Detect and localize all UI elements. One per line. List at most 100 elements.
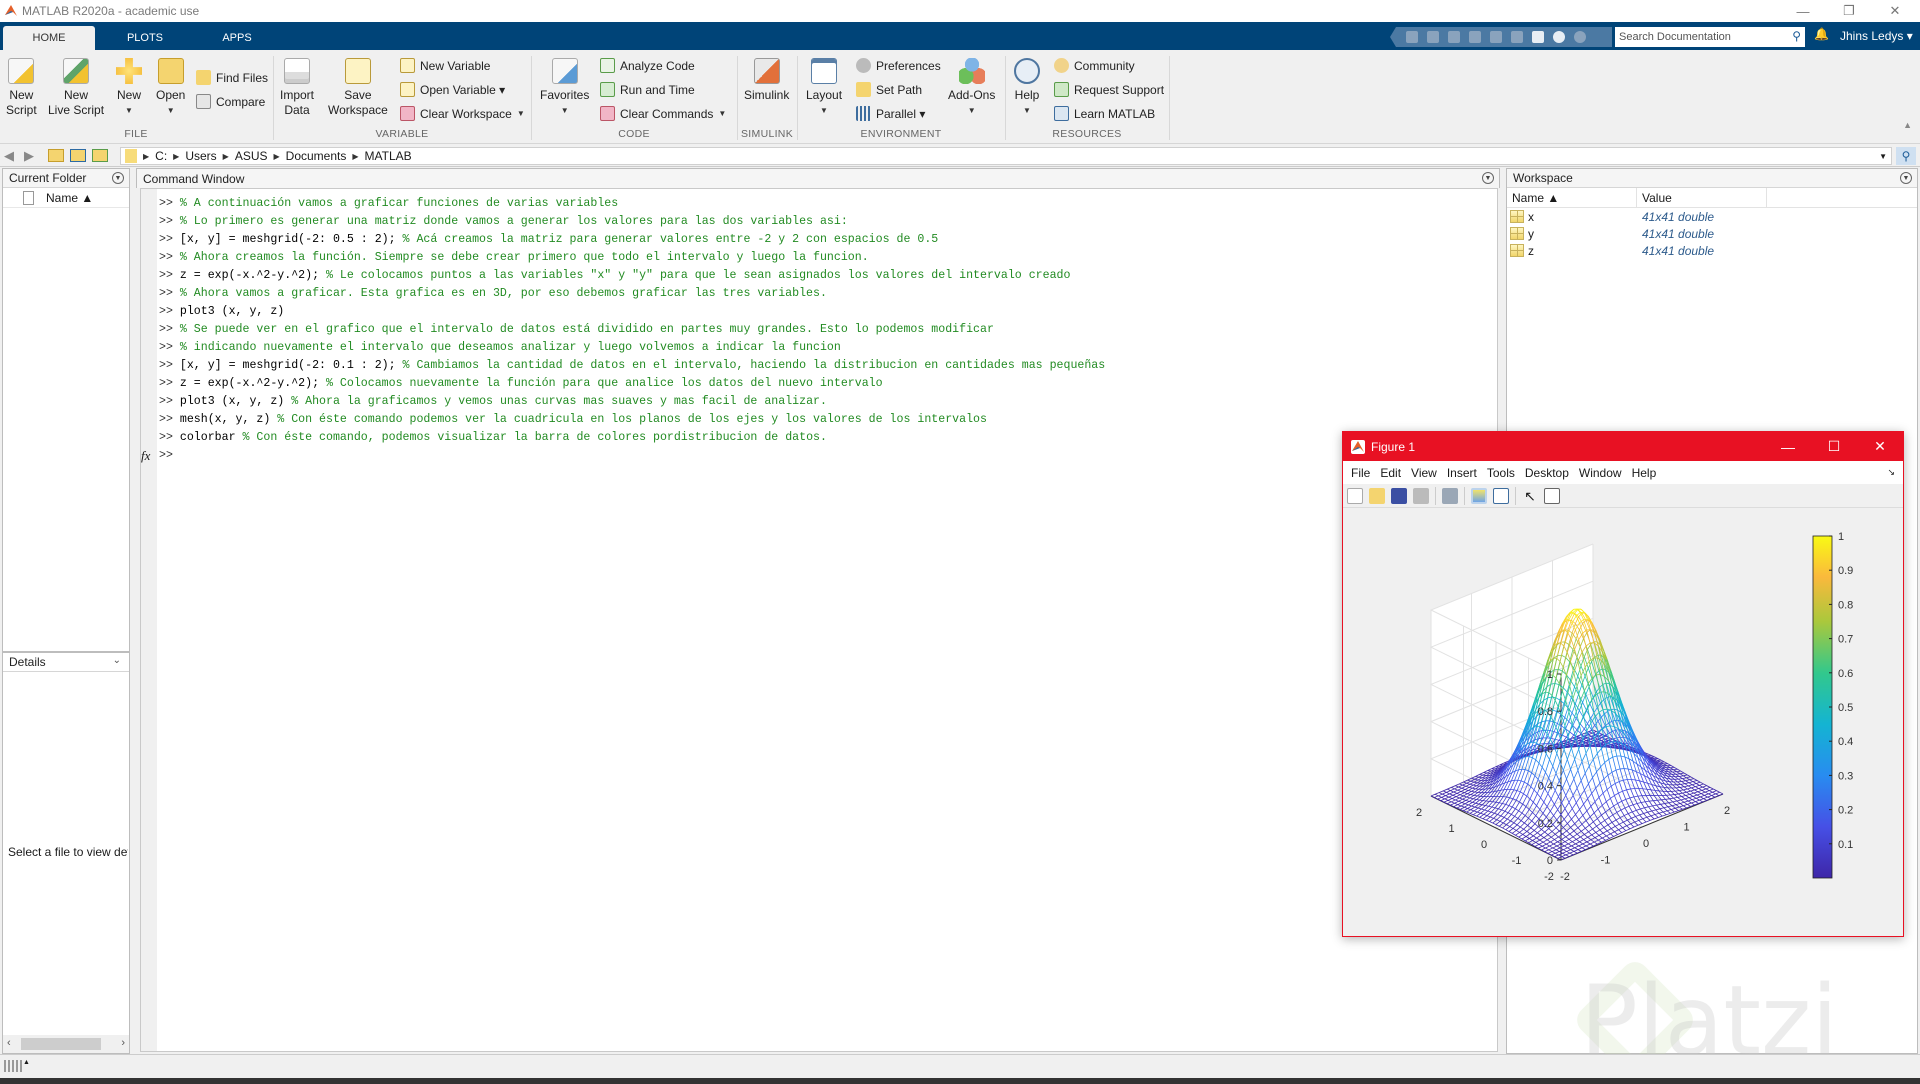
scroll-left-icon[interactable]: ‹: [7, 1037, 11, 1049]
path-field[interactable]: ▶ C: ▶ Users ▶ ASUS ▶ Documents ▶ MATLAB…: [120, 147, 1892, 165]
back-arrow-icon[interactable]: ◀: [4, 148, 14, 164]
command-input-line[interactable]: fx >>: [141, 447, 1105, 465]
figure-menu-edit[interactable]: Edit: [1378, 466, 1409, 480]
switch-windows-icon[interactable]: [1532, 31, 1544, 43]
status-indicator-icon[interactable]: [4, 1060, 22, 1072]
search-documentation-input[interactable]: Search Documentation ⚲: [1615, 27, 1805, 47]
close-button[interactable]: ✕: [1872, 0, 1918, 22]
open-file-icon[interactable]: [1369, 487, 1385, 504]
figure-minimize-button[interactable]: —: [1765, 432, 1811, 461]
dock-figure-icon[interactable]: ↘: [1885, 467, 1903, 478]
link-plot-icon[interactable]: [1442, 487, 1458, 504]
help-button[interactable]: Help ▼: [1014, 58, 1040, 118]
search-folder-icon[interactable]: ⚲: [1896, 147, 1916, 165]
forward-arrow-icon[interactable]: ▶: [24, 148, 34, 164]
customize-icon[interactable]: [1574, 31, 1586, 43]
horizontal-scrollbar[interactable]: ‹ ›: [3, 1035, 129, 1053]
col-name[interactable]: Name ▲: [1507, 188, 1637, 207]
run-and-time-button[interactable]: Run and Time: [600, 82, 695, 97]
learn-matlab-button[interactable]: Learn MATLAB: [1054, 106, 1155, 121]
path-segment[interactable]: Users: [185, 149, 216, 163]
figure-menu-tools[interactable]: Tools: [1485, 466, 1523, 480]
figure-menu-desktop[interactable]: Desktop: [1523, 466, 1577, 480]
tab-home[interactable]: HOME: [3, 26, 95, 50]
clear-workspace-button[interactable]: Clear Workspace ▼: [400, 106, 525, 121]
up-folder-icon[interactable]: [48, 149, 64, 162]
clear-commands-button[interactable]: Clear Commands ▼: [600, 106, 726, 121]
figure-menu-file[interactable]: File: [1349, 466, 1378, 480]
panel-actions-icon[interactable]: ▼: [1482, 172, 1494, 184]
notification-bell-icon[interactable]: 🔔: [1814, 27, 1829, 41]
dropdown-caret-icon[interactable]: ▼: [517, 109, 525, 118]
undo-icon[interactable]: [1490, 31, 1502, 43]
tab-apps[interactable]: APPS: [192, 26, 282, 50]
new-live-script-button[interactable]: New Live Script: [48, 58, 104, 118]
minimize-button[interactable]: —: [1780, 0, 1826, 22]
open-variable-button[interactable]: Open Variable ▾: [400, 82, 505, 97]
request-support-button[interactable]: Request Support: [1054, 82, 1164, 97]
new-figure-icon[interactable]: [1347, 487, 1363, 504]
compare-button[interactable]: Compare: [196, 94, 265, 109]
status-caret-icon[interactable]: ▲: [23, 1059, 30, 1066]
print-icon[interactable]: [1413, 487, 1429, 504]
paste-icon[interactable]: [1469, 31, 1481, 43]
path-segment[interactable]: MATLAB: [365, 149, 412, 163]
path-segment[interactable]: C:: [155, 149, 167, 163]
collapse-toolstrip-icon[interactable]: ▲: [1903, 120, 1912, 130]
set-path-button[interactable]: Set Path: [856, 82, 922, 97]
new-script-button[interactable]: New Script: [6, 58, 37, 118]
user-account-menu[interactable]: Jhins Ledys ▾: [1840, 29, 1913, 43]
add-ons-button[interactable]: Add-Ons ▼: [948, 58, 995, 118]
figure-window[interactable]: Figure 1 — ☐ ✕ File Edit View Insert Tools De…: [1342, 431, 1904, 937]
save-workspace-button[interactable]: Save Workspace: [328, 58, 388, 118]
dropdown-caret-icon[interactable]: ▼: [718, 109, 726, 118]
save-icon[interactable]: [1406, 31, 1418, 43]
preferences-button[interactable]: Preferences: [856, 58, 941, 73]
cut-icon[interactable]: [1427, 31, 1439, 43]
analyze-code-button[interactable]: Analyze Code: [600, 58, 695, 73]
figure-menu-view[interactable]: View: [1409, 466, 1445, 480]
browse-cloud-folder-icon[interactable]: [70, 149, 86, 162]
copy-icon[interactable]: [1448, 31, 1460, 43]
open-button[interactable]: Open ▼: [156, 58, 185, 118]
command-window[interactable]: >> % A continuación vamos a graficar fun…: [140, 188, 1498, 1052]
insert-legend-icon[interactable]: [1493, 487, 1509, 504]
help-icon[interactable]: [1553, 31, 1565, 43]
save-icon[interactable]: [1391, 487, 1407, 504]
insert-colorbar-icon[interactable]: [1471, 487, 1487, 504]
workspace-row[interactable]: x 41x41 double: [1507, 208, 1917, 225]
figure-titlebar[interactable]: Figure 1 — ☐ ✕: [1343, 432, 1903, 461]
restore-button[interactable]: ❐: [1826, 0, 1872, 22]
scroll-right-icon[interactable]: ›: [121, 1037, 125, 1049]
figure-axes[interactable]: 0 0.2 0.4 0.6 0.8 1 -2 -1 0 1 2 -2 -1 0 1 2 0.1 0.2 0.3 0.4…: [1343, 508, 1903, 934]
parallel-button[interactable]: Parallel ▾: [856, 106, 925, 121]
simulink-button[interactable]: Simulink: [744, 58, 789, 103]
scrollbar-thumb[interactable]: [21, 1038, 101, 1050]
workspace-row[interactable]: y 41x41 double: [1507, 225, 1917, 242]
col-value[interactable]: Value: [1637, 188, 1767, 207]
pointer-icon[interactable]: ↖: [1522, 488, 1538, 504]
import-data-button[interactable]: Import Data: [280, 58, 314, 118]
browse-folder-icon[interactable]: [92, 149, 108, 162]
favorites-button[interactable]: Favorites ▼: [540, 58, 589, 118]
path-segment[interactable]: ASUS: [235, 149, 268, 163]
path-segment[interactable]: Documents: [286, 149, 347, 163]
new-button[interactable]: New ▼: [116, 58, 142, 118]
figure-menu-help[interactable]: Help: [1630, 466, 1665, 480]
path-dropdown-icon[interactable]: ▼: [1879, 152, 1887, 161]
property-editor-icon[interactable]: [1544, 487, 1560, 504]
new-variable-button[interactable]: New Variable: [400, 58, 490, 73]
search-icon[interactable]: ⚲: [1792, 29, 1801, 43]
figure-maximize-button[interactable]: ☐: [1811, 432, 1857, 461]
panel-actions-icon[interactable]: ▼: [112, 172, 124, 184]
chevron-down-icon[interactable]: ⌄: [113, 655, 121, 666]
community-button[interactable]: Community: [1054, 58, 1135, 73]
figure-menu-insert[interactable]: Insert: [1445, 466, 1485, 480]
workspace-row[interactable]: z 41x41 double: [1507, 242, 1917, 259]
layout-button[interactable]: Layout ▼: [806, 58, 842, 118]
figure-menu-window[interactable]: Window: [1577, 466, 1630, 480]
panel-actions-icon[interactable]: ▼: [1900, 172, 1912, 184]
col-name[interactable]: Name ▲: [46, 191, 93, 205]
redo-icon[interactable]: [1511, 31, 1523, 43]
tab-plots[interactable]: PLOTS: [100, 26, 190, 50]
